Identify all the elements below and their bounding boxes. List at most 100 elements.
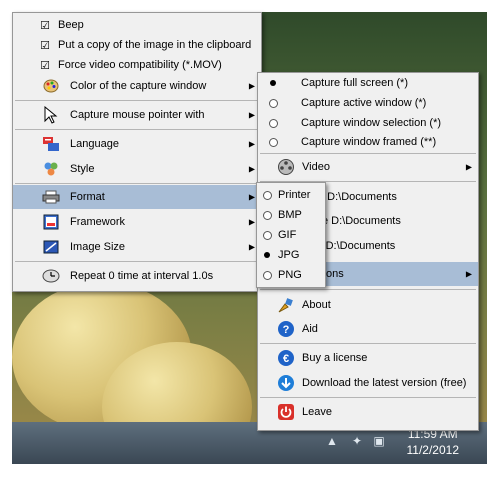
menu-item-label: GIF [278,229,297,241]
menu-item-capture-active-window[interactable]: Capture active window (*) [258,93,478,113]
options-menu: ☑ Beep ☑ Put a copy of the image in the … [12,12,262,292]
separator [15,129,259,130]
menu-item-style[interactable]: Style ▶ [13,157,261,181]
menu-item-leave[interactable]: Leave [258,400,478,424]
check-icon: ☑ [40,59,50,72]
format-option-bmp[interactable]: BMP [257,205,325,225]
clock-date: 11/2/2012 [406,443,460,457]
menu-item-video[interactable]: Video ▶ [258,155,478,179]
menu-item-label: ons [326,268,344,280]
radio-icon [260,225,274,245]
about-icon [276,295,296,315]
menu-item-download-latest[interactable]: Download the latest version (free) [258,371,478,395]
menu-item-label: Leave [302,406,332,418]
menu-item-aid[interactable]: ? Aid [258,317,478,341]
mouse-pointer-icon [41,105,61,125]
menu-item-label: Video [302,161,330,173]
format-option-printer[interactable]: Printer [257,185,325,205]
radio-icon [263,93,283,113]
separator [15,261,259,262]
palette-icon [41,76,61,96]
menu-item-label: Color of the capture window [70,80,207,92]
menu-item-label: JPG [278,249,300,261]
format-option-jpg[interactable]: JPG [257,245,325,265]
format-option-png[interactable]: PNG [257,265,325,285]
capture-tray-icon[interactable]: ✦ [350,434,364,448]
radio-icon [260,205,274,225]
separator [260,153,476,154]
menu-item-language[interactable]: Language ▶ [13,132,261,156]
download-icon [276,373,296,393]
menu-item-label: About [302,299,331,311]
language-icon [41,134,61,154]
menu-item-label: Repeat 0 time at interval 1.0s [70,270,214,282]
euro-icon: € [276,348,296,368]
chevron-right-icon: ▶ [465,269,472,279]
menu-item-label: Capture full screen (*) [301,77,408,89]
menu-item-label: Capture window framed (**) [301,136,437,148]
chevron-right-icon: ▶ [248,217,255,227]
menu-item-capture-color[interactable]: Color of the capture window ▶ [13,74,261,98]
printer-icon [41,187,61,207]
chevron-right-icon: ▶ [248,242,255,252]
network-icon[interactable]: ▣ [372,434,386,448]
format-option-gif[interactable]: GIF [257,225,325,245]
check-icon: ☑ [40,19,50,32]
radio-icon [260,265,274,285]
menu-item-label: Capture mouse pointer with [70,109,205,121]
separator [15,183,259,184]
chevron-right-icon: ▶ [248,192,255,202]
menu-item-label: Format [70,191,105,203]
image-size-icon [41,237,61,257]
menu-item-label: Image Size [70,241,126,253]
svg-text:?: ? [283,324,290,336]
chevron-right-icon: ▶ [248,110,255,120]
separator [260,397,476,398]
menu-item-label: Capture window selection (*) [301,117,442,129]
power-icon [276,402,296,422]
clock-icon [41,266,61,286]
menu-item-label: Beep [58,19,84,31]
format-submenu: Printer BMP GIF JPG PNG [256,182,326,288]
menu-item-capture-window-selection[interactable]: Capture window selection (*) [258,113,478,133]
menu-item-label: Put a copy of the image in the clipboard [58,39,252,51]
chevron-right-icon: ▶ [248,164,255,174]
chevron-right-icon: ▶ [248,139,255,149]
menu-item-framework[interactable]: Framework ▶ [13,210,261,234]
menu-item-about[interactable]: About [258,293,478,317]
menu-item-label: n D:\Documents [318,191,397,203]
check-icon: ☑ [40,39,50,52]
menu-item-label: Download the latest version (free) [302,377,467,389]
menu-item-capture-window-framed[interactable]: Capture window framed (**) [258,132,478,152]
menu-item-capture-full-screen[interactable]: Capture full screen (*) [258,73,478,93]
menu-item-mouse-pointer[interactable]: Capture mouse pointer with ▶ [13,103,261,127]
menu-item-label: Aid [302,323,318,335]
menu-item-image-size[interactable]: Image Size ▶ [13,235,261,259]
film-reel-icon [276,157,296,177]
radio-icon [260,185,274,205]
menu-item-label: el D:\Documents [314,240,396,252]
svg-text:€: € [283,353,289,365]
chevron-up-icon[interactable]: ▲ [325,434,339,448]
menu-item-label: Buy a license [302,352,368,364]
separator [260,343,476,344]
menu-item-label: BMP [278,209,302,221]
help-icon: ? [276,319,296,339]
menu-item-label: e D:\Documents [322,215,401,227]
menu-item-label: PNG [278,269,302,281]
menu-item-label: Style [70,163,95,175]
chevron-right-icon: ▶ [465,162,472,172]
separator [260,289,476,290]
radio-selected-icon [263,73,283,93]
separator [15,100,259,101]
framework-icon [41,212,61,232]
menu-item-repeat[interactable]: Repeat 0 time at interval 1.0s [13,264,261,288]
menu-item-buy-license[interactable]: € Buy a license [258,346,478,370]
radio-icon [263,113,283,133]
menu-item-label: Printer [278,189,311,201]
menu-item-label: Force video compatibility (*.MOV) [58,59,222,71]
radio-icon [263,132,283,152]
menu-item-label: Capture active window (*) [301,97,427,109]
menu-item-format[interactable]: Format ▶ [13,185,261,209]
style-icon [41,159,61,179]
